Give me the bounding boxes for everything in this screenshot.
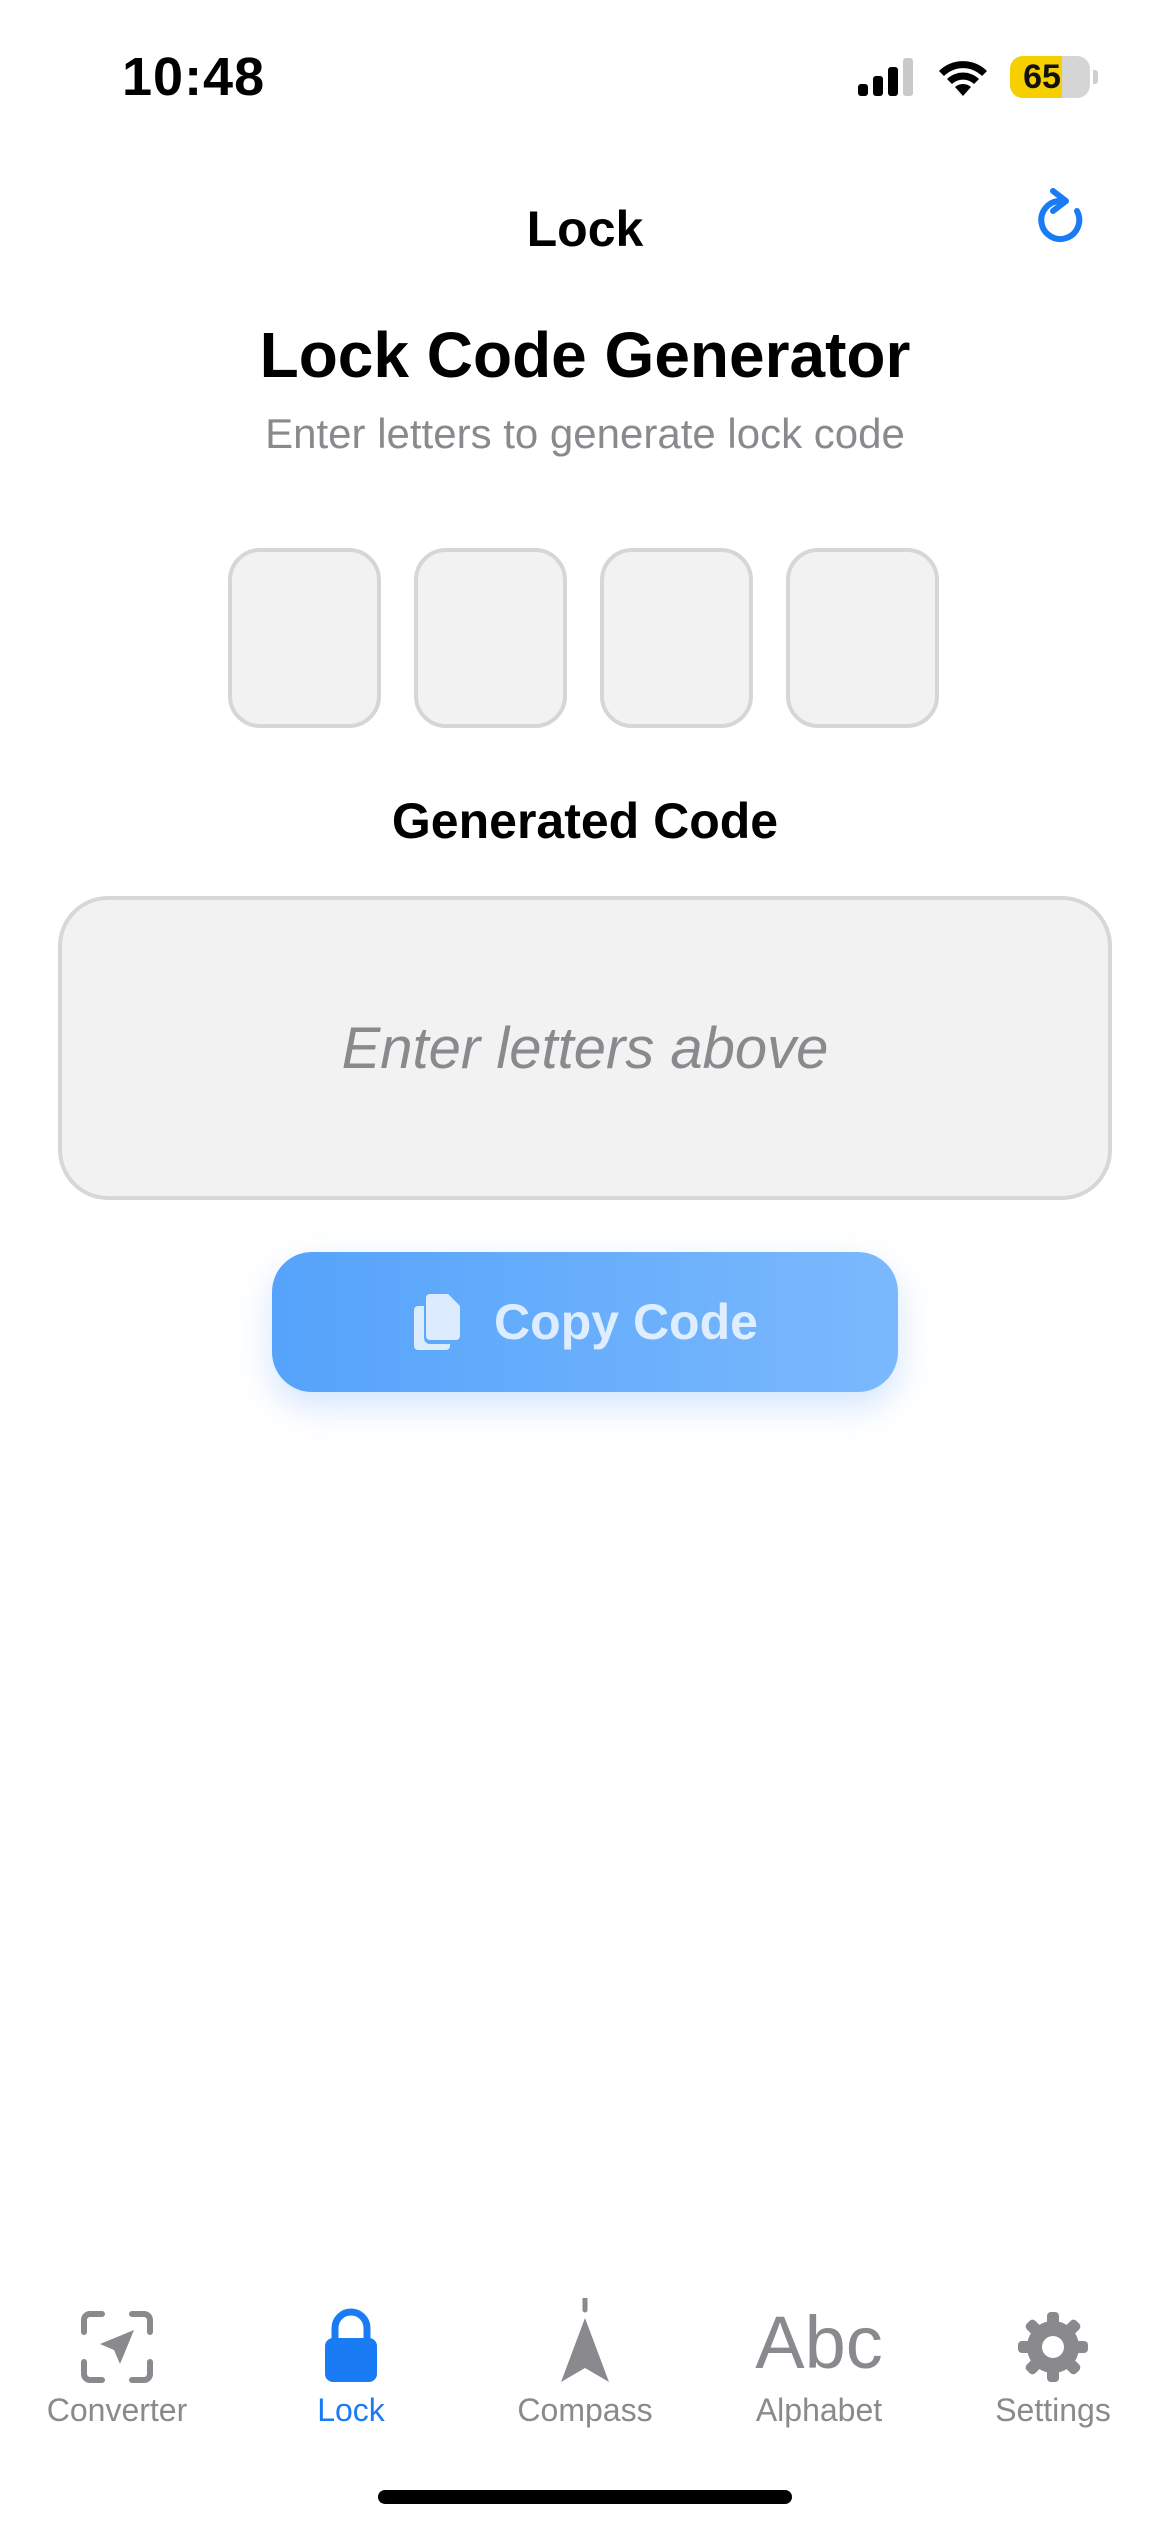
gear-icon [1018,2312,1088,2382]
letter-input-3[interactable] [600,548,753,728]
tab-lock-icon-wrap [323,2294,379,2384]
letter-input-1[interactable] [228,548,381,728]
tab-lock-label: Lock [317,2392,385,2428]
home-indicator [378,2490,792,2504]
screen: 10:48 65 Lock Lock Code Generator Enter … [0,0,1170,2532]
lock-icon [325,2308,377,2382]
letter-input-4[interactable] [786,548,939,728]
battery-indicator: 65 [1010,56,1090,98]
tab-converter-label: Converter [46,2392,188,2428]
tab-alphabet[interactable]: Abc Alphabet [702,2276,936,2436]
letter-inputs [228,548,942,728]
tab-bar: Converter Lock Compass Abc Alphabet Sett… [0,2276,1170,2436]
tab-settings[interactable]: Settings [936,2276,1170,2436]
generated-code-label: Generated Code [391,793,779,849]
page-title: Lock Code Generator [259,319,911,391]
converter-icon [81,2311,153,2383]
compass-icon [561,2298,609,2382]
refresh-icon [1038,188,1083,242]
wifi-icon [939,61,987,96]
generated-code-display: Enter letters above [58,896,1112,1200]
page-subtitle: Enter letters to generate lock code [265,410,905,457]
battery-tip [1093,70,1098,84]
tab-settings-icon-wrap [1016,2294,1090,2384]
tab-converter[interactable]: Converter [0,2276,234,2436]
tab-converter-icon-wrap [80,2294,154,2384]
battery-level-text: 65 [1023,58,1061,96]
copy-code-button[interactable]: Copy Code [272,1252,898,1392]
tab-compass-label: Compass [517,2392,653,2428]
cellular-signal-icon [858,58,913,96]
tab-alphabet-label: Alphabet [755,2392,883,2428]
generated-code-placeholder: Enter letters above [341,1015,829,1081]
alphabet-icon: Abc [755,2301,883,2384]
tab-compass-icon-wrap [557,2294,613,2384]
copy-icon [414,1294,461,1350]
tab-compass[interactable]: Compass [468,2276,702,2436]
tab-alphabet-icon-wrap: Abc [755,2294,883,2384]
tab-lock[interactable]: Lock [234,2276,468,2436]
status-time: 10:48 [122,47,266,107]
nav-title: Lock [526,201,644,257]
copy-code-label: Copy Code [494,1294,758,1350]
status-bar: 10:48 65 [0,0,1170,150]
refresh-button[interactable] [1030,184,1092,250]
tab-settings-label: Settings [995,2392,1111,2428]
letter-input-2[interactable] [414,548,567,728]
